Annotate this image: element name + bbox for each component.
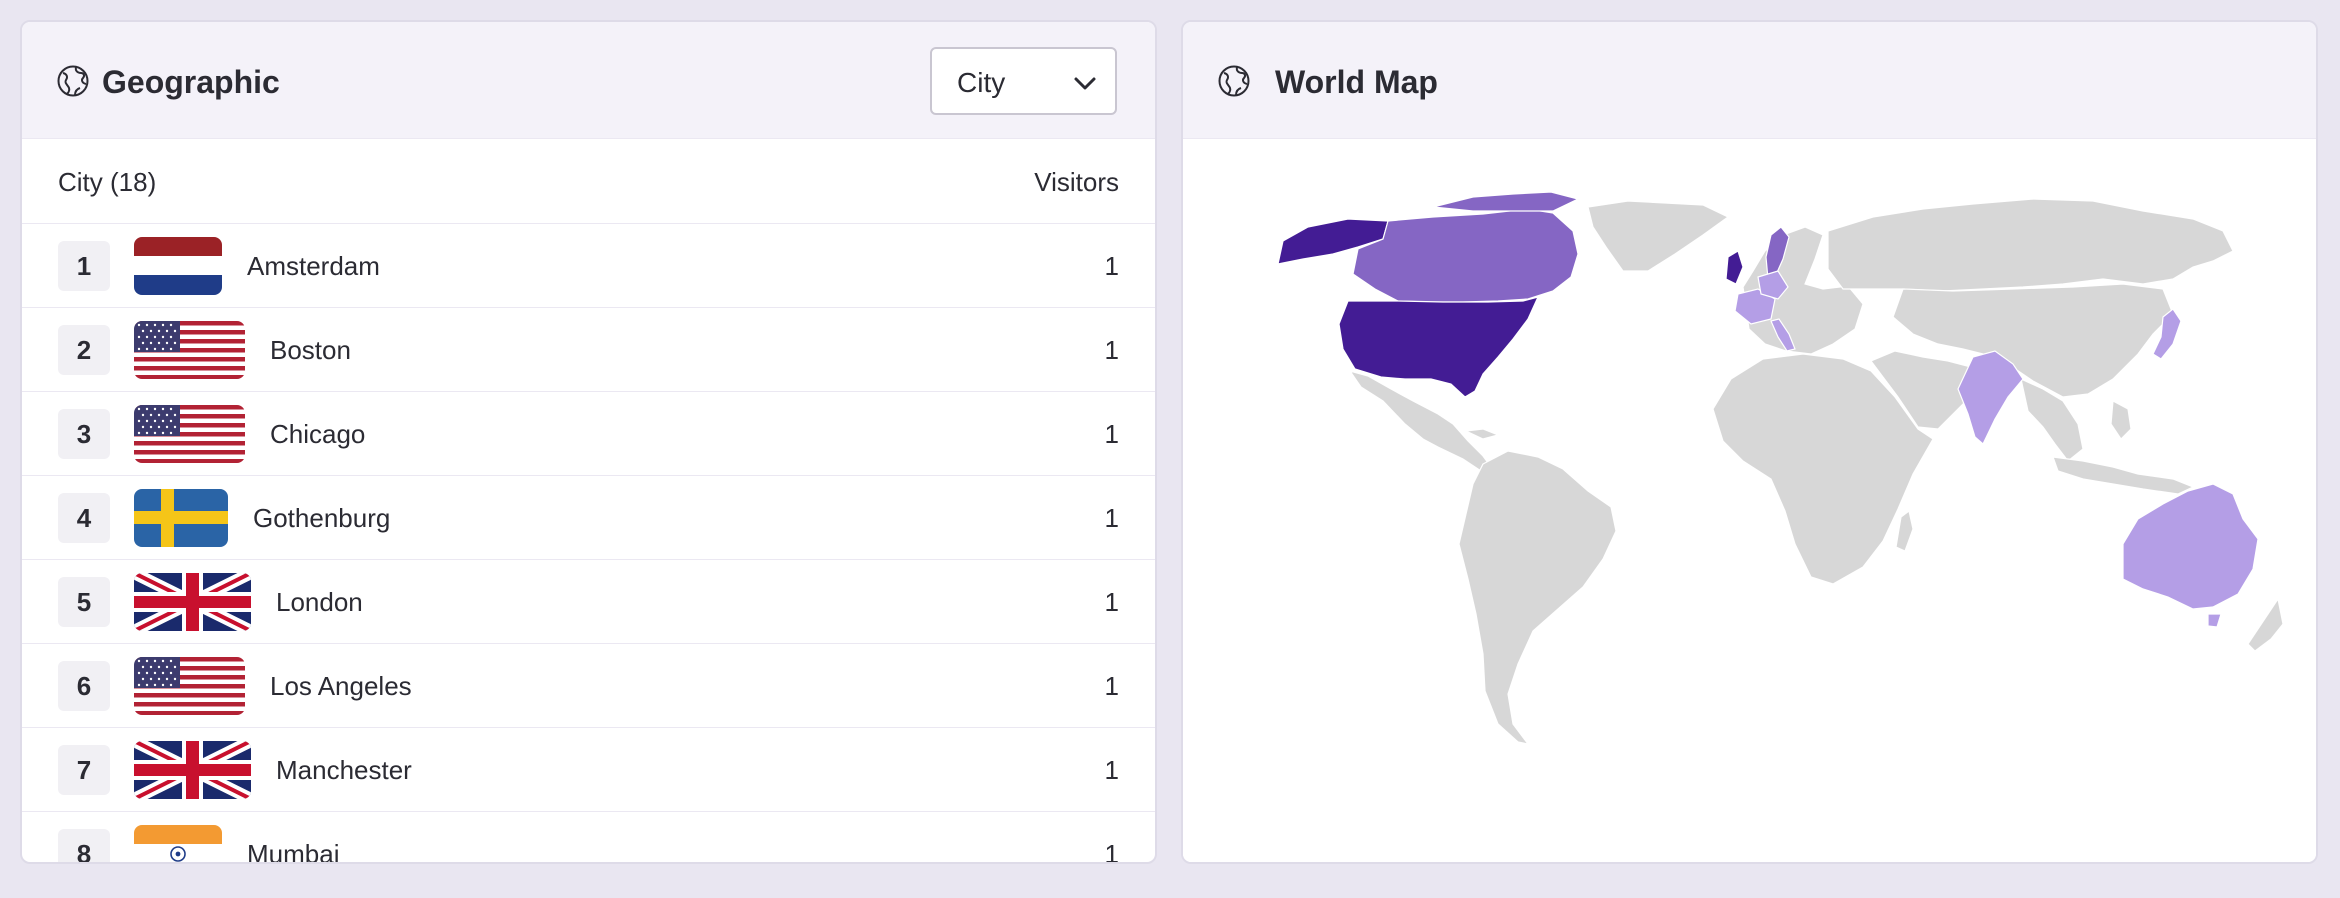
table-row[interactable]: 7 Manchester 1 xyxy=(22,728,1155,812)
table-row[interactable]: 5 London 1 xyxy=(22,560,1155,644)
table-row[interactable]: 6 Los Angeles 1 xyxy=(22,644,1155,728)
rank-badge: 1 xyxy=(58,241,110,291)
usa-flag-icon xyxy=(134,657,245,715)
table-row[interactable]: 1 Amsterdam 1 xyxy=(22,224,1155,308)
globe-icon xyxy=(57,65,89,97)
page-title: Geographic xyxy=(102,64,280,100)
column-header-city: City (18) xyxy=(58,167,157,197)
india-flag-icon xyxy=(134,825,222,862)
group-by-select-value: City xyxy=(957,67,1006,98)
table-row[interactable]: 8 Mumbai 1 xyxy=(22,812,1155,864)
rank-badge: 4 xyxy=(58,493,110,543)
usa-flag-icon xyxy=(134,321,245,379)
region-indonesia[interactable] xyxy=(2052,456,2195,495)
uk-flag-icon xyxy=(134,573,251,631)
country-australia[interactable] xyxy=(2122,483,2259,610)
visitor-count: 1 xyxy=(1104,755,1119,785)
globe-icon xyxy=(1218,65,1250,97)
visitor-count: 1 xyxy=(1104,671,1119,701)
city-name: Mumbai xyxy=(247,839,340,864)
visitor-count: 1 xyxy=(1104,419,1119,449)
region-tasmania[interactable] xyxy=(2207,613,2222,628)
region-north-asia[interactable] xyxy=(1827,198,2234,292)
rank-badge: 6 xyxy=(58,661,110,711)
city-name: Boston xyxy=(270,335,351,365)
city-name: Manchester xyxy=(276,755,412,785)
netherlands-flag-icon xyxy=(134,237,222,295)
country-new-zealand[interactable] xyxy=(2247,597,2284,652)
city-name: Chicago xyxy=(270,419,366,449)
world-map-title: World Map xyxy=(1275,64,1438,100)
column-header-visitors: Visitors xyxy=(1034,167,1119,197)
rank-badge: 3 xyxy=(58,409,110,459)
world-map-area[interactable] xyxy=(1183,139,2316,862)
table-header: City (18) Visitors xyxy=(22,139,1155,224)
rank-badge: 8 xyxy=(58,829,110,862)
visitor-count: 1 xyxy=(1104,251,1119,281)
world-map-card: World Map xyxy=(1181,20,2318,864)
visitor-count: 1 xyxy=(1104,587,1119,617)
country-greenland[interactable] xyxy=(1587,200,1730,272)
visitor-count: 1 xyxy=(1104,335,1119,365)
sweden-flag-icon xyxy=(134,489,228,547)
region-philippines[interactable] xyxy=(2110,400,2132,440)
usa-flag-icon xyxy=(134,405,245,463)
city-name: Gothenburg xyxy=(253,503,391,533)
table-row[interactable]: 4 Gothenburg 1 xyxy=(22,476,1155,560)
region-arctic-islands[interactable] xyxy=(1432,191,1580,212)
continent-south-america[interactable] xyxy=(1458,450,1617,745)
geographic-header: Geographic City xyxy=(22,22,1155,139)
rank-badge: 7 xyxy=(58,745,110,795)
rank-badge: 2 xyxy=(58,325,110,375)
country-madagascar[interactable] xyxy=(1895,509,1914,552)
rank-badge: 5 xyxy=(58,577,110,627)
country-uk[interactable] xyxy=(1725,250,1744,285)
table-row[interactable]: 2 Boston 1 xyxy=(22,308,1155,392)
city-name: Amsterdam xyxy=(247,251,380,281)
uk-flag-icon xyxy=(134,741,251,799)
city-name: Los Angeles xyxy=(270,671,412,701)
visitor-count: 1 xyxy=(1104,503,1119,533)
visitor-count: 1 xyxy=(1104,839,1119,864)
world-map[interactable] xyxy=(1183,139,2316,862)
city-name: London xyxy=(276,587,363,617)
group-by-select[interactable]: City xyxy=(930,47,1117,115)
world-map-header: World Map xyxy=(1183,22,2316,139)
country-india[interactable] xyxy=(1957,350,2024,445)
table-row[interactable]: 3 Chicago 1 xyxy=(22,392,1155,476)
region-caribbean[interactable] xyxy=(1463,428,1500,440)
geographic-card: Geographic City City (18) Visitors 1 Ams… xyxy=(20,20,1157,864)
chevron-down-icon xyxy=(1074,77,1096,90)
